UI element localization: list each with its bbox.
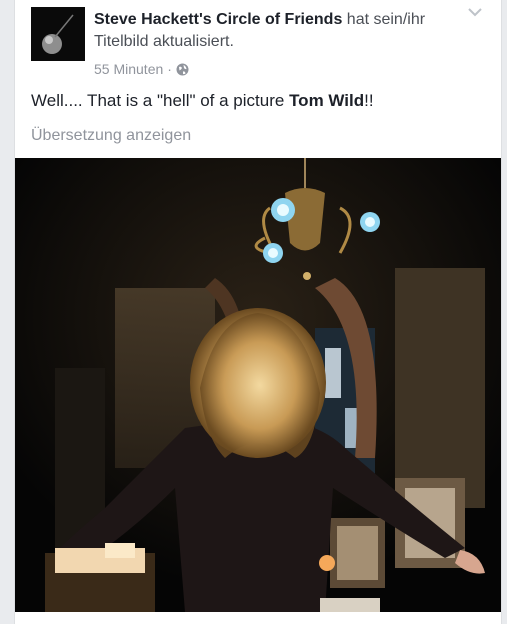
- post-meta: 55 Minuten ·: [94, 61, 189, 77]
- globe-icon: [176, 63, 189, 75]
- meta-separator: ·: [167, 61, 172, 77]
- see-translation-link[interactable]: Übersetzung anzeigen: [31, 127, 191, 145]
- avatar-image: [31, 7, 85, 61]
- post-card: Steve Hackett's Circle of Friends hat se…: [14, 0, 502, 624]
- page-avatar[interactable]: [31, 7, 85, 61]
- post-message: Well.... That is a "hell" of a picture T…: [31, 91, 374, 111]
- chevron-down-icon[interactable]: [467, 6, 483, 18]
- post-text-prefix: Well.... That is a "hell" of a picture: [31, 91, 290, 110]
- card-bottom: [15, 612, 501, 624]
- post-text-suffix: !!: [364, 91, 374, 110]
- post-timestamp[interactable]: 55 Minuten: [94, 61, 163, 77]
- post-header: Steve Hackett's Circle of Friends hat se…: [94, 9, 449, 53]
- tagged-name-link[interactable]: Tom Wild: [289, 91, 364, 110]
- page-name-link[interactable]: Steve Hackett's Circle of Friends: [94, 11, 342, 28]
- cover-photo[interactable]: [15, 158, 501, 612]
